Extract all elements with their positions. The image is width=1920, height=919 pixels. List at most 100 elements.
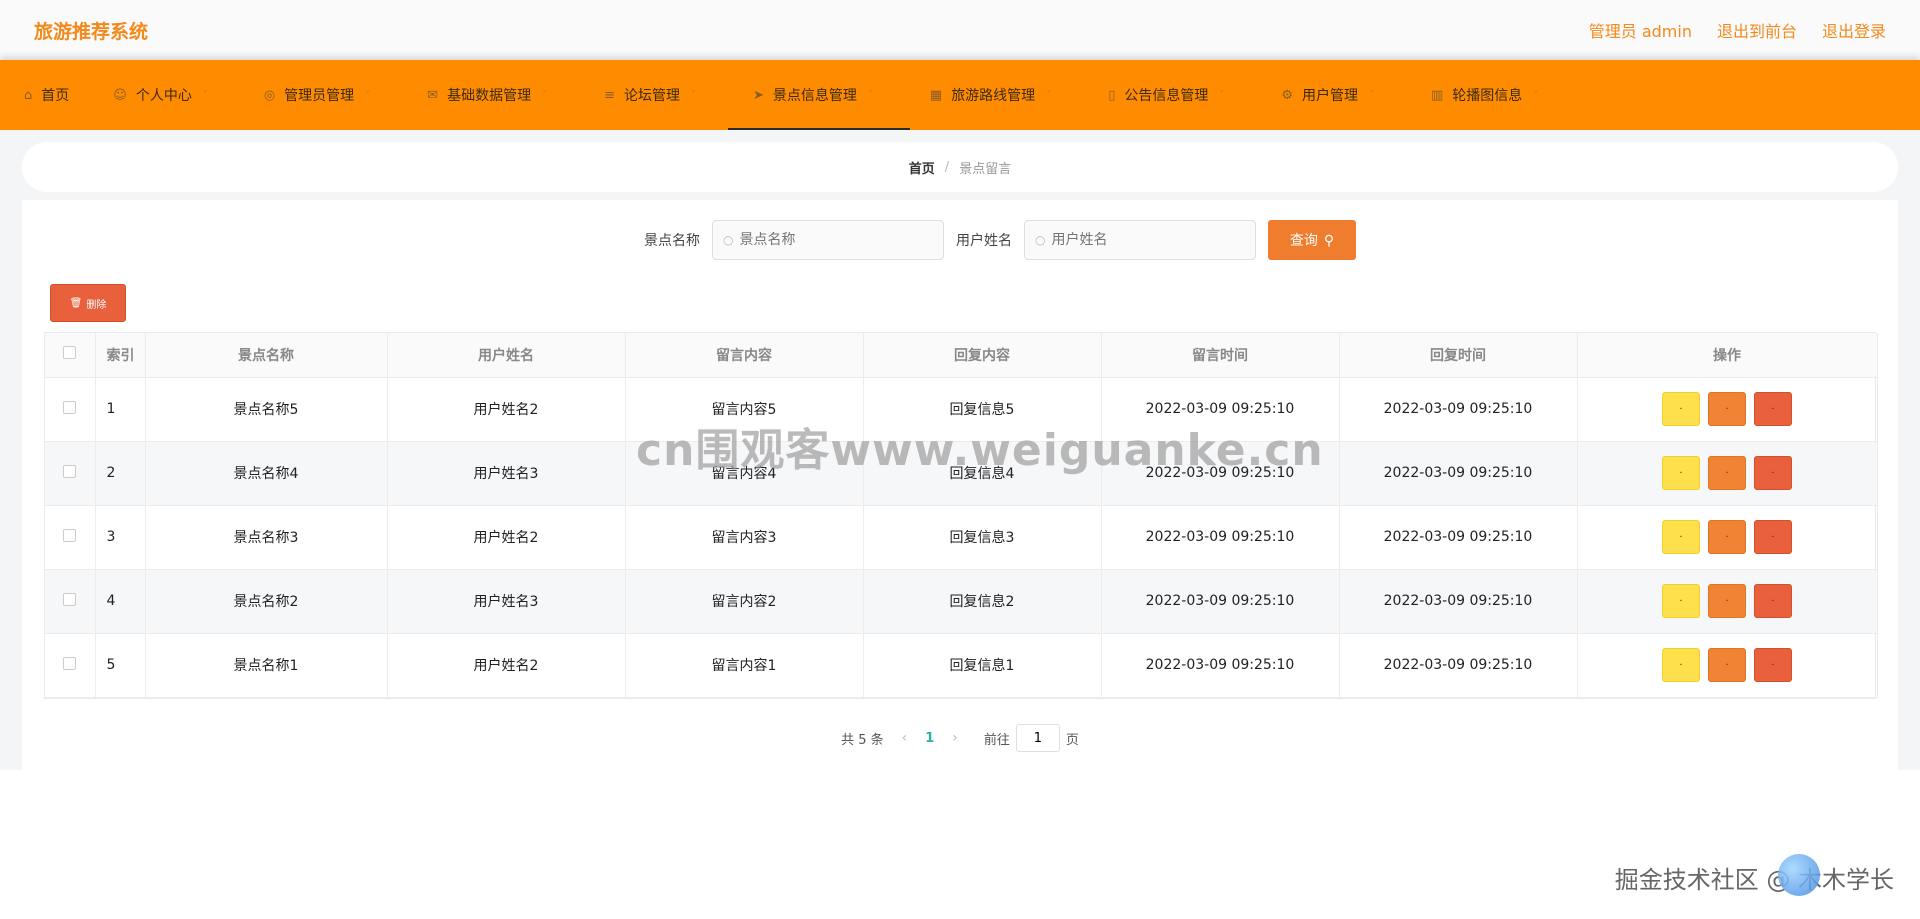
delete-row-button[interactable]: · [1754, 584, 1792, 618]
cell-reply-time: 2022-03-09 09:25:10 [1339, 441, 1578, 506]
column-header: 回复时间 [1339, 333, 1578, 378]
nav-item-6[interactable]: ▦ 旅游路线管理 ˅ [930, 60, 1051, 130]
nav-item-label: 首页 [41, 88, 70, 104]
building-icon: ▥ [1431, 87, 1444, 103]
nav-item-2[interactable]: ◎ 管理员管理 ˅ [264, 60, 370, 130]
chevron-down-icon: ˅ [1533, 89, 1539, 101]
delete-row-button[interactable]: · [1754, 648, 1792, 682]
nav-item-1[interactable]: ☺ 个人中心 ˅ [113, 60, 208, 130]
row-checkbox[interactable] [63, 656, 77, 670]
edit-button[interactable]: · [1708, 520, 1746, 554]
chevron-down-icon: ˅ [1046, 89, 1052, 101]
table-header-row: 索引 景点名称 用户姓名 留言内容 回复内容 留言时间 回复时间 操作 [45, 333, 1878, 378]
row-index: 4 [95, 569, 146, 634]
query-button[interactable]: 查询 ⚲ [1268, 220, 1356, 260]
spot-name-input[interactable] [739, 232, 920, 248]
grid-icon: ▦ [929, 87, 943, 103]
view-button[interactable]: · [1662, 456, 1700, 490]
nav-item-9[interactable]: ▥ 轮播图信息 ˅ [1431, 60, 1538, 130]
cell-time: 2022-03-09 09:25:10 [1101, 505, 1340, 570]
row-actions: · · · [1577, 441, 1878, 506]
cell-spot: 景点名称5 [145, 377, 388, 442]
view-button[interactable]: · [1662, 584, 1700, 618]
cell-reply-time: 2022-03-09 09:25:10 [1339, 505, 1578, 570]
cell-reply-time: 2022-03-09 09:25:10 [1339, 377, 1578, 442]
page-number-current[interactable]: 1 [925, 731, 934, 746]
edit-button[interactable]: · [1708, 648, 1746, 682]
batch-delete-button[interactable]: 🗑 删除 [50, 284, 126, 322]
cell-spot: 景点名称2 [145, 569, 388, 634]
row-index: 2 [95, 441, 146, 506]
delete-row-button[interactable]: · [1754, 520, 1792, 554]
search-form: 景点名称 ○ 用户姓名 ○ 查询 ⚲ [124, 220, 1876, 260]
user-name-input[interactable] [1051, 232, 1232, 248]
view-button[interactable]: · [1662, 648, 1700, 682]
cell-reply-time: 2022-03-09 09:25:10 [1339, 633, 1578, 698]
delete-row-button[interactable]: · [1754, 456, 1792, 490]
row-checkbox[interactable] [63, 464, 77, 478]
logout-link[interactable]: 退出登录 [1822, 18, 1886, 42]
view-button[interactable]: · [1662, 520, 1700, 554]
plane-icon: ➤ [752, 87, 764, 103]
user-name-field[interactable]: ○ [1024, 220, 1256, 260]
envelope-icon: ✉ [427, 87, 439, 103]
cell-content: 留言内容4 [625, 441, 864, 506]
nav-item-label: 基础数据管理 [447, 88, 532, 104]
chevron-down-icon: ˅ [365, 89, 371, 101]
app-title: 旅游推荐系统 [34, 20, 149, 43]
row-select-cell [45, 441, 96, 506]
breadcrumb-current: 景点留言 [959, 161, 1012, 177]
row-actions: · · · [1577, 377, 1878, 442]
chevron-right-icon[interactable]: › [952, 730, 958, 746]
search-icon: ○ [723, 233, 734, 247]
chevron-down-icon: ˅ [867, 89, 873, 101]
cell-user: 用户姓名2 [387, 377, 626, 442]
list-icon: ≡ [604, 87, 615, 103]
table-row[interactable]: 4 景点名称2 用户姓名3 留言内容2 回复信息2 2022-03-09 09:25:10… [45, 569, 1878, 634]
corner-watermark-text: 掘金技术社区 @ 木木学长 [1614, 866, 1894, 894]
table-row[interactable]: 1 景点名称5 用户姓名2 留言内容5 回复信息5 2022-03-09 09:25:10… [45, 377, 1878, 442]
column-header: 回复内容 [863, 333, 1102, 378]
spot-name-field[interactable]: ○ [712, 220, 944, 260]
nav-item-label: 轮播图信息 [1452, 88, 1523, 104]
table-row[interactable]: 5 景点名称1 用户姓名2 留言内容1 回复信息1 2022-03-09 09:25:10… [45, 633, 1878, 698]
row-index: 1 [95, 377, 146, 442]
nav-item-label: 公告信息管理 [1124, 88, 1209, 104]
view-button[interactable]: · [1662, 392, 1700, 426]
row-checkbox[interactable] [63, 592, 77, 606]
admin-user-link[interactable]: 管理员 admin [1589, 18, 1692, 42]
row-checkbox[interactable] [63, 528, 77, 542]
exit-to-frontend-link[interactable]: 退出到前台 [1717, 18, 1797, 42]
chevron-left-icon[interactable]: ‹ [902, 730, 908, 746]
delete-row-button[interactable]: · [1754, 392, 1792, 426]
cell-spot: 景点名称1 [145, 633, 388, 698]
cell-reply-time: 2022-03-09 09:25:10 [1339, 569, 1578, 634]
table-row[interactable]: 2 景点名称4 用户姓名3 留言内容4 回复信息4 2022-03-09 09:25:10… [45, 441, 1878, 506]
select-all-checkbox[interactable] [63, 346, 77, 360]
breadcrumb-home[interactable]: 首页 [909, 158, 935, 177]
row-checkbox[interactable] [63, 400, 77, 414]
page-jump-input[interactable] [1015, 724, 1060, 752]
column-header: 留言时间 [1101, 333, 1340, 378]
nav-item-3[interactable]: ✉ 基础数据管理 ˅ [427, 60, 547, 130]
page-jump: 前往 页 [984, 724, 1079, 752]
edit-button[interactable]: · [1708, 584, 1746, 618]
search-icon: ⚲ [1323, 231, 1335, 248]
breadcrumb: 首页 / 景点留言 [22, 142, 1898, 192]
edit-button[interactable]: · [1708, 392, 1746, 426]
edit-button[interactable]: · [1708, 456, 1746, 490]
nav-item-5[interactable]: ➤ 景点信息管理 ˅ [728, 60, 910, 130]
pagination: 共 5 条 ‹ 1 › 前往 页 [22, 724, 1898, 752]
cell-content: 留言内容3 [625, 505, 864, 570]
row-select-cell [45, 633, 96, 698]
nav-item-0[interactable]: ⌂ 首页 [24, 60, 69, 130]
cell-reply: 回复信息5 [863, 377, 1102, 442]
table-row[interactable]: 3 景点名称3 用户姓名2 留言内容3 回复信息3 2022-03-09 09:25:10… [45, 505, 1878, 570]
nav-item-4[interactable]: ≡ 论坛管理 ˅ [604, 60, 696, 130]
cell-reply: 回复信息1 [863, 633, 1102, 698]
query-button-label: 查询 [1289, 232, 1318, 248]
nav-item-8[interactable]: ⚙ 用户管理 ˅ [1281, 60, 1374, 130]
top-links: 管理员 admin 退出到前台 退出登录 [1589, 18, 1886, 42]
nav-item-7[interactable]: ▯ 公告信息管理 ˅ [1108, 60, 1224, 130]
row-actions: · · · [1577, 569, 1878, 634]
